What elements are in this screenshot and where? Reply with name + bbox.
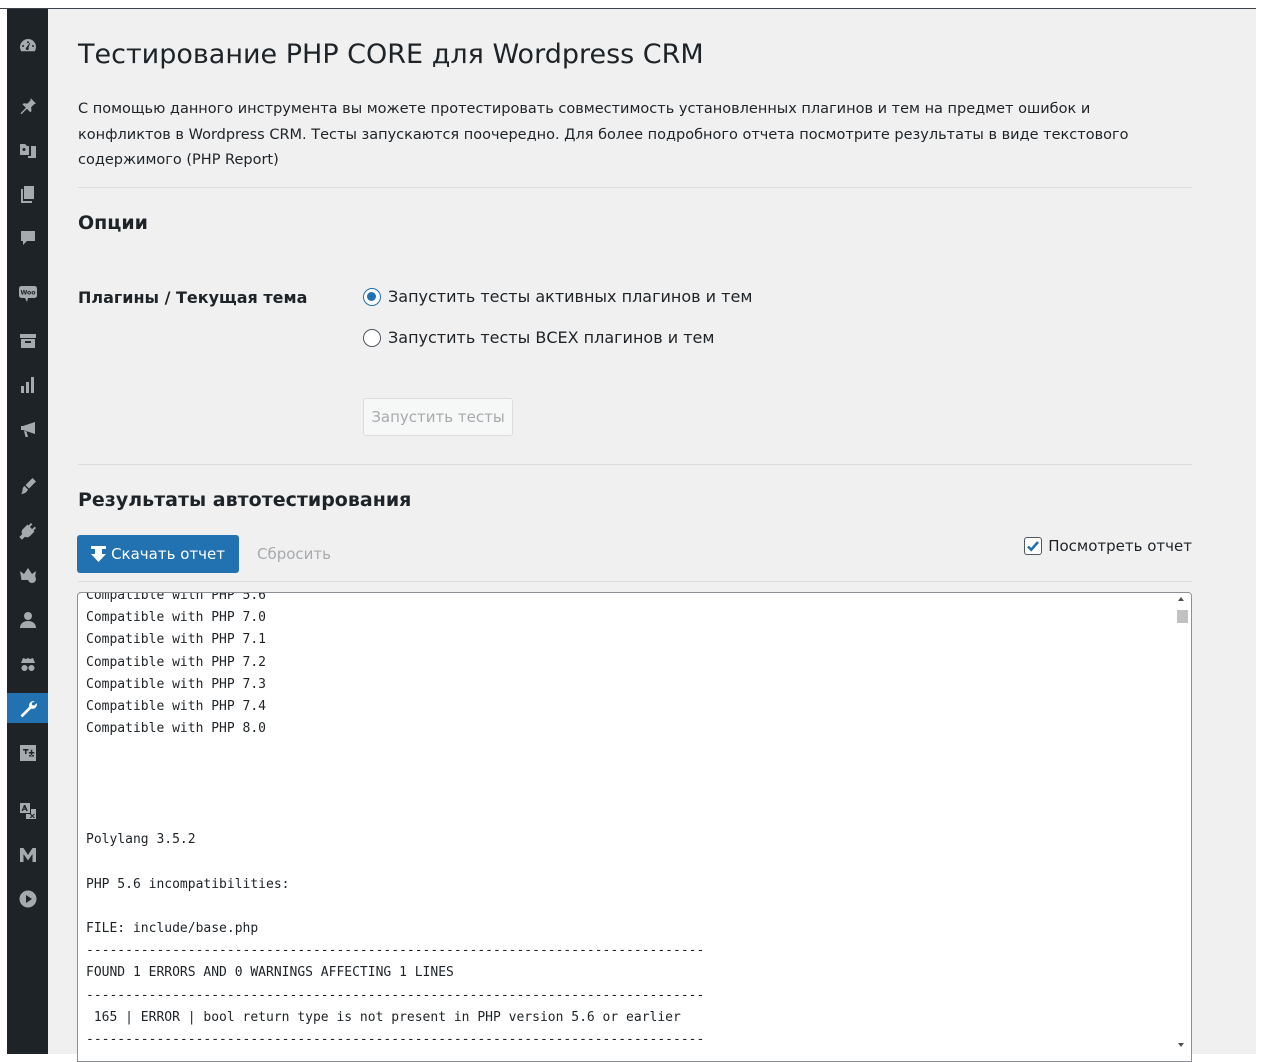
radio-active-plugins[interactable]: Запустить тесты активных плагинов и тем [363,287,752,306]
reset-link[interactable]: Сбросить [257,545,331,563]
marketing-icon[interactable] [7,414,48,444]
download-icon [91,545,107,562]
download-report-button[interactable]: Скачать отчет [77,535,239,573]
main-content: Тестирование PHP CORE для Wordpress CRM … [48,9,1256,1062]
admin-sidebar: Woo [7,9,54,1054]
pages-icon[interactable] [7,179,48,209]
divider [78,464,1192,465]
plugins-theme-label: Плагины / Текущая тема [78,288,308,307]
divider [78,187,1192,188]
users-person-icon[interactable] [7,605,48,635]
users-icon[interactable] [7,560,48,590]
view-report-toggle[interactable]: Посмотреть отчет [1024,537,1192,555]
page-description: С помощью данного инструмента вы можете … [78,101,1129,168]
appearance-icon[interactable] [7,471,48,501]
m-logo-icon[interactable] [7,840,48,870]
radio-all-plugins-control[interactable] [363,328,381,347]
woocommerce-icon[interactable]: Woo [7,278,48,308]
comments-icon[interactable] [7,223,48,253]
view-report-checkbox[interactable] [1024,537,1043,555]
radio-active-plugins-control[interactable] [363,287,381,306]
plugins-icon[interactable] [7,516,48,546]
view-report-label: Посмотреть отчет [1048,537,1192,555]
download-report-label: Скачать отчет [111,545,225,563]
radio-all-plugins-label: Запустить тесты ВСЕХ плагинов и тем [388,328,715,347]
analytics-icon[interactable] [7,370,48,400]
pin-icon[interactable] [7,91,48,121]
run-tests-button[interactable]: Запустить тесты [363,398,513,436]
page-title: Тестирование PHP CORE для Wordpress CRM [78,39,704,70]
scroll-down-arrow-icon[interactable] [1178,1043,1184,1047]
results-heading: Результаты автотестирования [78,489,412,511]
incognito-icon[interactable] [7,649,48,679]
radio-all-plugins[interactable]: Запустить тесты ВСЕХ плагинов и тем [363,328,714,347]
settings-icon[interactable] [7,738,48,768]
tools-icon[interactable] [7,693,54,723]
report-text: Compatible with PHP 5.6 Compatible with … [86,592,705,1048]
media-icon[interactable] [7,135,48,165]
products-icon[interactable] [7,326,48,356]
report-textarea[interactable]: Compatible with PHP 5.6 Compatible with … [77,592,1192,1062]
scroll-thumb[interactable] [1177,610,1188,623]
play-icon[interactable] [7,884,48,914]
dashboard-icon[interactable] [7,31,48,61]
divider [78,581,1192,582]
report-scrollbar[interactable] [1174,593,1191,1061]
translate-icon[interactable] [7,796,48,826]
scroll-up-arrow-icon[interactable] [1178,597,1184,601]
svg-text:Woo: Woo [20,290,35,297]
checkmark-icon [1027,541,1040,552]
radio-active-plugins-label: Запустить тесты активных плагинов и тем [388,287,753,306]
options-heading: Опции [78,212,148,234]
